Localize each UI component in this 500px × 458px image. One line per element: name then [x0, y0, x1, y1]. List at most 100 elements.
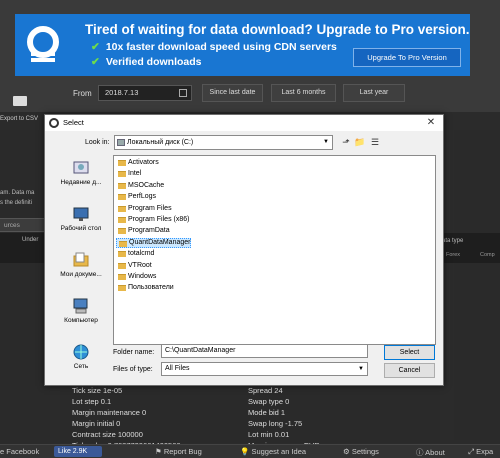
check-icon: ✔: [91, 56, 100, 68]
forex-header: Forex: [446, 252, 461, 258]
folder-item[interactable]: Program Files (x86): [116, 215, 189, 225]
folder-item[interactable]: MSOCache: [116, 181, 164, 191]
left-panel: [0, 130, 50, 440]
place-desktop[interactable]: Рабочий стол: [51, 205, 111, 232]
folder-item[interactable]: Intel: [116, 169, 141, 179]
suggest-idea-link[interactable]: 💡 Suggest an Idea: [240, 447, 306, 456]
info-icon: ⓘ: [416, 448, 426, 457]
from-label: From: [73, 89, 92, 98]
folder-icon: [118, 194, 126, 201]
expand-link[interactable]: ⤢ Expa: [468, 447, 493, 457]
folder-item[interactable]: PerfLogs: [116, 192, 156, 202]
folder-icon: [118, 160, 126, 166]
chevron-down-icon[interactable]: ▼: [323, 136, 329, 149]
calendar-icon[interactable]: [179, 89, 187, 97]
banner-feature-speed: ✔ 10x faster download speed using CDN ser…: [91, 41, 337, 53]
look-in-combo[interactable]: Локальный диск (C:) ▼: [114, 135, 333, 150]
folder-item-label: Program Files (x86): [128, 216, 190, 223]
select-dialog: Select ✕ Look in: Локальный диск (C:) ▼ …: [44, 114, 444, 386]
detail-swap-long: Swap long -1.75: [248, 419, 303, 428]
dialog-title: Select: [63, 118, 84, 127]
folder-icon: [118, 228, 126, 235]
files-of-type-label: Files of type:: [113, 366, 153, 373]
export-csv-icon[interactable]: [13, 96, 27, 106]
folder-item[interactable]: Windows: [116, 272, 156, 282]
folder-name-label: Folder name:: [113, 349, 155, 356]
place-documents[interactable]: Мои докуме...: [51, 251, 111, 278]
place-network[interactable]: Сеть: [51, 343, 111, 370]
new-folder-icon[interactable]: 📁: [354, 136, 366, 148]
folder-item-label: totalcmd: [128, 250, 155, 258]
last-6-months-button[interactable]: Last 6 months: [271, 84, 336, 102]
network-globe-icon: [73, 344, 89, 360]
files-of-type-select[interactable]: All Files ▼: [161, 362, 368, 376]
folder-item[interactable]: VTRoot: [116, 261, 152, 271]
detail-mode-bid: Mode bid 1: [248, 408, 286, 417]
folder-item[interactable]: Program Files: [116, 204, 172, 214]
last-year-button[interactable]: Last year: [343, 84, 405, 102]
folder-item-label: QuantDataManager: [129, 238, 191, 246]
detail-tick-size: Tick size 1e-05: [72, 386, 123, 395]
folder-item-label: Windows: [128, 273, 157, 280]
folder-item-label: MSOCache: [128, 181, 165, 189]
computer-icon: [73, 298, 88, 314]
detail-lot-step: Lot step 0.1: [72, 397, 112, 406]
folder-item-label: VTRoot: [128, 261, 152, 269]
place-recent[interactable]: Недавние д...: [51, 159, 111, 186]
view-menu-icon[interactable]: ☰: [369, 136, 381, 148]
from-date-input[interactable]: 2018.7.13: [98, 85, 192, 101]
folder-item-label: Program Files: [128, 204, 172, 212]
drive-icon: [117, 139, 125, 146]
folder-item-label: Activators: [128, 159, 159, 166]
detail-margin-maintenance: Margin maintenance 0: [72, 408, 147, 417]
bug-icon: ⚑: [155, 447, 164, 456]
since-last-date-button[interactable]: Since last date: [202, 84, 263, 102]
sources-bar[interactable]: urces: [0, 218, 50, 232]
select-button[interactable]: Select: [384, 345, 435, 360]
places-bar: Недавние д... Рабочий стол Мои докуме...…: [51, 155, 111, 379]
about-link[interactable]: ⓘ About: [416, 447, 445, 458]
desktop-icon: [73, 207, 89, 221]
folder-icon: [118, 262, 126, 269]
folder-icon: [118, 285, 126, 292]
left-grid: Under: [0, 233, 50, 263]
quant-logo-icon: [27, 26, 59, 62]
check-icon: ✔: [91, 41, 100, 53]
folder-item[interactable]: totalcmd: [116, 249, 154, 259]
report-bug-link[interactable]: ⚑ Report Bug: [155, 447, 202, 456]
folder-icon: [118, 205, 126, 212]
upgrade-pro-button[interactable]: Upgrade To Pro Version: [353, 48, 461, 67]
detail-lot-min: Lot min 0.01: [248, 430, 290, 439]
recent-documents-icon: [73, 161, 89, 174]
dialog-titlebar[interactable]: Select ✕: [45, 115, 443, 131]
chevron-down-icon[interactable]: ▼: [358, 363, 364, 375]
expand-icon: ⤢: [468, 447, 477, 456]
documents-folder-icon: [73, 252, 89, 267]
banner-title: Tired of waiting for data download? Upgr…: [85, 22, 470, 37]
folder-icon: [118, 182, 126, 189]
close-icon[interactable]: ✕: [423, 116, 439, 129]
app-icon: [49, 118, 59, 128]
folder-item[interactable]: ProgramData: [116, 226, 170, 236]
folder-item[interactable]: Пользователи: [116, 283, 174, 293]
data-type-header: ata type: [442, 238, 464, 244]
lightbulb-icon: 💡: [240, 447, 252, 456]
folder-list[interactable]: Activators Intel MSOCache PerfLogs Program F…: [113, 155, 436, 345]
cancel-button[interactable]: Cancel: [384, 363, 435, 378]
detail-swap-type: Swap type 0: [248, 397, 290, 406]
facebook-like-button[interactable]: Like 2.9K: [54, 446, 102, 457]
folder-name-input[interactable]: C:\QuantDataManager: [161, 344, 368, 358]
folder-item[interactable]: Activators: [116, 158, 159, 168]
settings-link[interactable]: ⚙ Settings: [343, 447, 379, 456]
folder-item-label: Пользователи: [128, 284, 174, 292]
up-folder-icon[interactable]: ⬏: [340, 136, 352, 148]
left-description-line-1: am. Data ma: [0, 190, 35, 196]
right-grid: ata type Forex Comp: [438, 233, 500, 263]
folder-item[interactable]: QuantDataManager: [116, 237, 192, 248]
folder-icon: [118, 217, 126, 223]
look-in-label: Look in:: [85, 139, 110, 146]
facebook-link[interactable]: e Facebook: [0, 447, 39, 456]
folder-icon: [118, 274, 126, 280]
folder-icon: [118, 251, 126, 258]
place-computer[interactable]: Компьютер: [51, 297, 111, 324]
